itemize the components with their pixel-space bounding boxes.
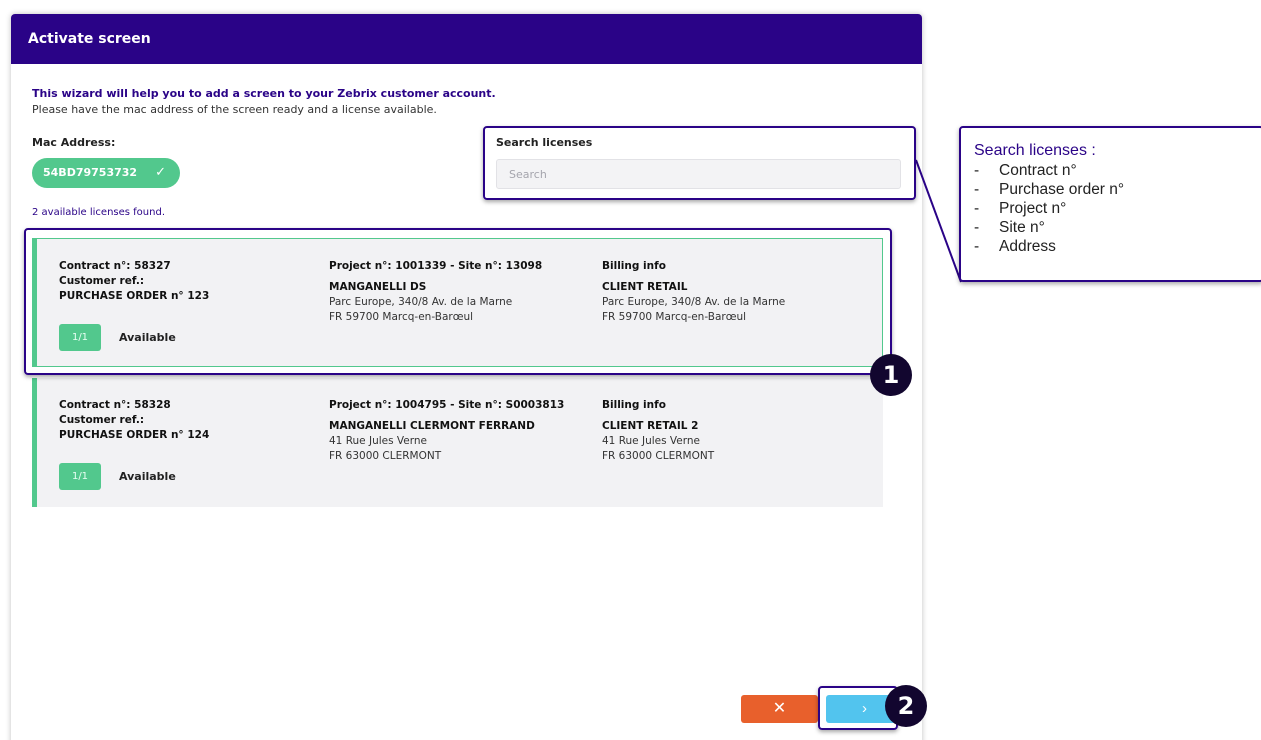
step-marker-2: 2 <box>885 685 927 727</box>
mac-address-pill[interactable]: 54BD79753732 ✓ <box>32 158 180 188</box>
stage: Activate screen This wizard will help yo… <box>0 0 1261 740</box>
close-icon: ✕ <box>772 700 787 717</box>
search-licenses-callout: Search licenses : - Contract n° - Purchase… <box>959 126 1261 282</box>
activate-screen-modal: Activate screen This wizard will help yo… <box>11 14 922 740</box>
billing-name: CLIENT RETAIL 2 <box>602 420 699 432</box>
search-highlight-box <box>483 126 916 200</box>
site-name: MANGANELLI CLERMONT FERRAND <box>329 420 535 432</box>
step-marker-1: 1 <box>870 354 912 396</box>
callout-item: - Contract n° <box>974 162 1077 179</box>
intro-text: Please have the mac address of the scree… <box>32 103 437 116</box>
license-card[interactable]: Contract n°: 58328 Customer ref.: PURCHA… <box>32 378 883 507</box>
purchase-order: PURCHASE ORDER n° 124 <box>59 429 210 441</box>
billing-address-line-2: FR 63000 CLERMONT <box>602 450 715 462</box>
callout-item: - Purchase order n° <box>974 181 1125 198</box>
results-count-text: 2 available licenses found. <box>32 207 165 218</box>
intro-heading: This wizard will help you to add a scree… <box>32 87 496 100</box>
site-address-line-2: FR 63000 CLERMONT <box>329 450 442 462</box>
project-site-number: Project n°: 1004795 - Site n°: S0003813 <box>329 399 565 411</box>
billing-info-label: Billing info <box>602 399 666 411</box>
mac-address-label: Mac Address: <box>32 136 116 149</box>
license-billing-column: Billing info CLIENT RETAIL 2 41 Rue Jule… <box>602 398 862 464</box>
site-address-line-1: 41 Rue Jules Verne <box>329 435 427 447</box>
modal-title: Activate screen <box>11 14 922 64</box>
license-highlight-box <box>24 228 892 375</box>
license-site-column: Project n°: 1004795 - Site n°: S0003813 … <box>329 398 589 464</box>
customer-ref-label: Customer ref.: <box>59 414 145 426</box>
license-count-badge: 1/1 <box>59 463 101 490</box>
check-icon: ✓ <box>155 165 166 180</box>
callout-list: - Contract n° - Purchase order n° - Project… <box>974 161 1250 256</box>
mac-address-value: 54BD79753732 <box>43 166 138 179</box>
callout-item: - Site n° <box>974 219 1045 236</box>
callout-item: - Project n° <box>974 200 1067 217</box>
billing-address-line-1: 41 Rue Jules Verne <box>602 435 700 447</box>
license-contract-column: Contract n°: 58328 Customer ref.: PURCHA… <box>59 398 299 443</box>
license-status: Available <box>119 470 176 483</box>
callout-title: Search licenses : <box>974 142 1096 159</box>
contract-number: Contract n°: 58328 <box>59 399 171 411</box>
callout-item: - Address <box>974 238 1056 255</box>
cancel-button[interactable]: ✕ <box>741 695 818 723</box>
